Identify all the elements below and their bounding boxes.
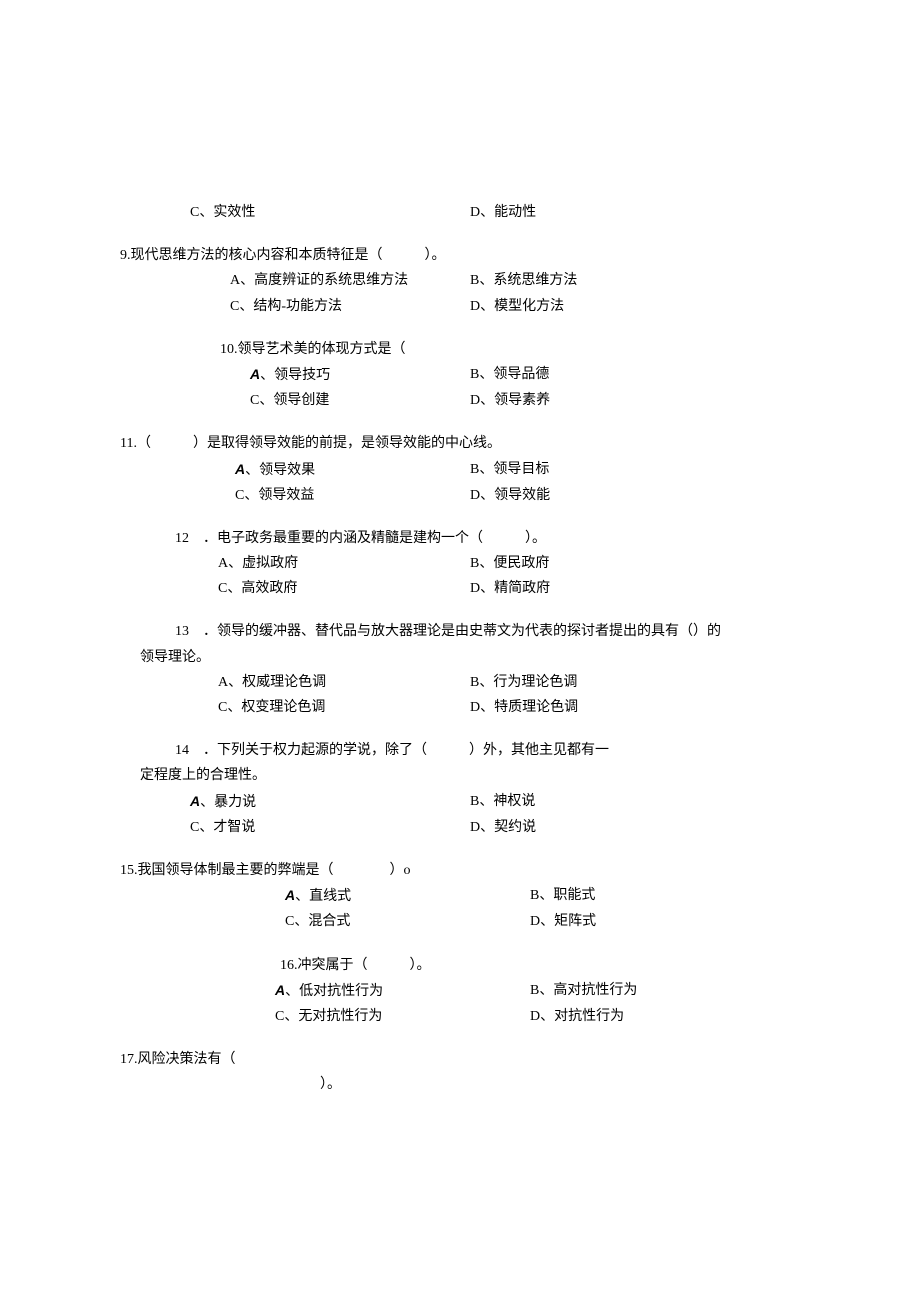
question-14: 14 ．下列关于权力起源的学说，除了（ ）外，其他主见都有一 定程度上的合理性。… xyxy=(120,738,820,840)
option-14d: D、契约说 xyxy=(470,815,770,840)
option-12a: A、虚拟政府 xyxy=(120,551,470,576)
question-12: 12 ．电子政务最重要的内涵及精髓是建构一个（ ）。 A、虚拟政府 B、便民政府… xyxy=(120,526,820,602)
option-9a: A、高度辨证的系统思维方法 xyxy=(120,268,470,293)
option-11a: A、领导效果 xyxy=(120,457,470,483)
option-10b: B、领导品德 xyxy=(470,362,770,388)
option-10a: A、领导技巧 xyxy=(120,362,470,388)
option-16d: D、对抗性行为 xyxy=(470,1004,770,1029)
question-14-stem: 14 ．下列关于权力起源的学说，除了（ ）外，其他主见都有一 xyxy=(120,738,820,763)
option-13b: B、行为理论色调 xyxy=(470,670,770,695)
question-11: 11.（ ）是取得领导效能的前提，是领导效能的中心线。 A、领导效果 B、领导目… xyxy=(120,431,820,508)
question-13: 13 ．领导的缓冲器、替代品与放大器理论是由史蒂文为代表的探讨者提出的具有（）的… xyxy=(120,619,820,720)
question-14-cont: 定程度上的合理性。 xyxy=(120,763,820,788)
option-11b: B、领导目标 xyxy=(470,457,770,483)
option-13a: A、权威理论色调 xyxy=(120,670,470,695)
question-10-stem: 10.领导艺术美的体现方式是（ xyxy=(120,337,820,362)
option-8c: C、实效性 xyxy=(120,200,470,225)
option-12d: D、精简政府 xyxy=(470,576,770,601)
question-11-stem: 11.（ ）是取得领导效能的前提，是领导效能的中心线。 xyxy=(120,431,820,456)
option-11c: C、领导效益 xyxy=(120,483,470,508)
option-12c: C、高效政府 xyxy=(120,576,470,601)
question-12-stem: 12 ．电子政务最重要的内涵及精髓是建构一个（ ）。 xyxy=(120,526,820,551)
option-9b: B、系统思维方法 xyxy=(470,268,770,293)
option-14b: B、神权说 xyxy=(470,789,770,815)
option-9c: C、结构-功能方法 xyxy=(120,294,470,319)
question-16-stem: 16.冲突属于（ ）。 xyxy=(120,953,820,978)
option-10d: D、领导素养 xyxy=(470,388,770,413)
option-16b: B、高对抗性行为 xyxy=(470,978,770,1004)
question-9-stem: 9.现代思维方法的核心内容和本质特征是（ ）。 xyxy=(120,243,820,268)
question-17-cont: ）。 xyxy=(120,1072,820,1097)
question-15: 15.我国领导体制最主要的弊端是（ ）o A、直线式 B、职能式 C、混合式 D… xyxy=(120,858,820,935)
option-10c: C、领导创建 xyxy=(120,388,470,413)
option-16a: A、低对抗性行为 xyxy=(120,978,470,1004)
option-12b: B、便民政府 xyxy=(470,551,770,576)
option-16c: C、无对抗性行为 xyxy=(120,1004,470,1029)
question-10: 10.领导艺术美的体现方式是（ A、领导技巧 B、领导品德 C、领导创建 D、领… xyxy=(120,337,820,414)
question-13-cont: 领导理论。 xyxy=(120,645,820,670)
option-9d: D、模型化方法 xyxy=(470,294,770,319)
question-15-stem: 15.我国领导体制最主要的弊端是（ ）o xyxy=(120,858,820,883)
option-13c: C、权变理论色调 xyxy=(120,695,470,720)
question-13-stem: 13 ．领导的缓冲器、替代品与放大器理论是由史蒂文为代表的探讨者提出的具有（）的 xyxy=(120,619,820,644)
question-16: 16.冲突属于（ ）。 A、低对抗性行为 B、高对抗性行为 C、无对抗性行为 D… xyxy=(120,953,820,1030)
option-13d: D、特质理论色调 xyxy=(470,695,770,720)
option-11d: D、领导效能 xyxy=(470,483,770,508)
option-15a: A、直线式 xyxy=(120,883,470,909)
option-8d: D、能动性 xyxy=(470,200,770,225)
question-17-stem: 17.风险决策法有（ xyxy=(120,1047,820,1072)
option-14a: A、暴力说 xyxy=(120,789,470,815)
question-9: 9.现代思维方法的核心内容和本质特征是（ ）。 A、高度辨证的系统思维方法 B、… xyxy=(120,243,820,319)
option-15b: B、职能式 xyxy=(470,883,770,909)
question-8-options: C、实效性 D、能动性 xyxy=(120,200,820,225)
option-15c: C、混合式 xyxy=(120,909,470,934)
option-14c: C、才智说 xyxy=(120,815,470,840)
question-17: 17.风险决策法有（ ）。 xyxy=(120,1047,820,1097)
option-15d: D、矩阵式 xyxy=(470,909,770,934)
